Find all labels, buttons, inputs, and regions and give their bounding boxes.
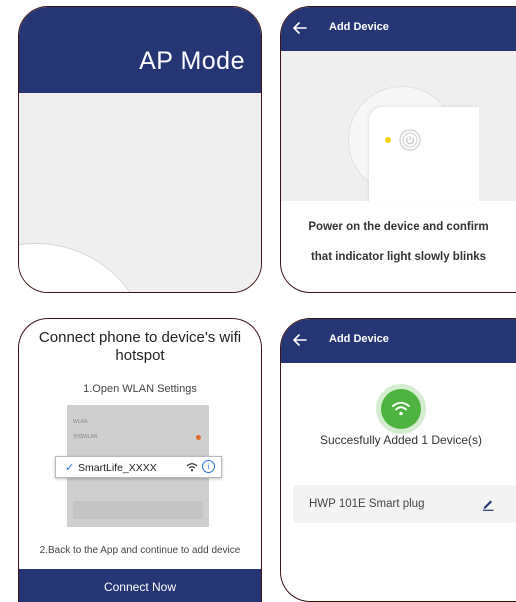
connect-hotspot-panel: Connect phone to device's wifi hotspot 1… — [18, 318, 262, 602]
success-message: Succesfully Added 1 Device(s) — [319, 433, 483, 447]
app-bar-title: Add Device — [329, 333, 389, 345]
app-bar: Add Device — [281, 319, 516, 363]
check-icon: ✓ — [65, 462, 75, 474]
device-added-panel: Add Device Succesfully Added 1 Device(s)… — [280, 318, 516, 602]
edit-pencil-icon[interactable] — [481, 497, 495, 511]
instruction-line-1: Power on the device and confirm — [308, 221, 489, 233]
selected-network-callout[interactable]: ✓ SmartLife_XXXX i — [55, 456, 222, 478]
step-1-text: 1.Open WLAN Settings — [83, 383, 197, 395]
info-icon[interactable]: i — [202, 460, 215, 473]
connect-title: Connect phone to device's wifi hotspot — [38, 329, 242, 364]
power-on-panel: Add Device Power on the device and confi… — [280, 6, 516, 293]
ap-mode-panel: AP Mode — [18, 6, 262, 293]
wifi-icon — [186, 463, 198, 472]
back-arrow-icon[interactable] — [291, 19, 309, 37]
app-bar: Add Device — [281, 7, 516, 51]
device-list-item[interactable]: HWP 101E Smart plug — [293, 485, 516, 523]
device-body — [369, 107, 479, 203]
success-badge — [381, 389, 421, 429]
app-bar-title: Add Device — [329, 21, 389, 33]
step-2-text: 2.Back to the App and continue to add de… — [39, 545, 241, 556]
connect-now-button[interactable]: Connect Now — [19, 569, 261, 602]
instruction-line-2: that indicator light slowly blinks — [310, 251, 487, 263]
device-name: HWP 101E Smart plug — [309, 498, 425, 510]
ap-mode-body — [19, 93, 261, 292]
screenshot-row-wlan: WLAN — [73, 419, 88, 425]
toggle-dot-icon — [196, 435, 201, 440]
device-illustration — [281, 51, 516, 203]
wifi-icon — [392, 401, 410, 416]
back-arrow-icon[interactable] — [291, 331, 309, 349]
screenshot-row — [73, 501, 203, 519]
indicator-light-icon — [385, 137, 391, 143]
network-ssid: SmartLife_XXXX — [78, 462, 157, 474]
screenshot-row-wlan-cn: 无线WLAN — [73, 434, 98, 440]
decorative-circle — [19, 243, 151, 292]
power-button-icon — [399, 129, 421, 151]
ap-mode-title: AP Mode — [139, 47, 245, 75]
ap-mode-header: AP Mode — [19, 7, 261, 93]
